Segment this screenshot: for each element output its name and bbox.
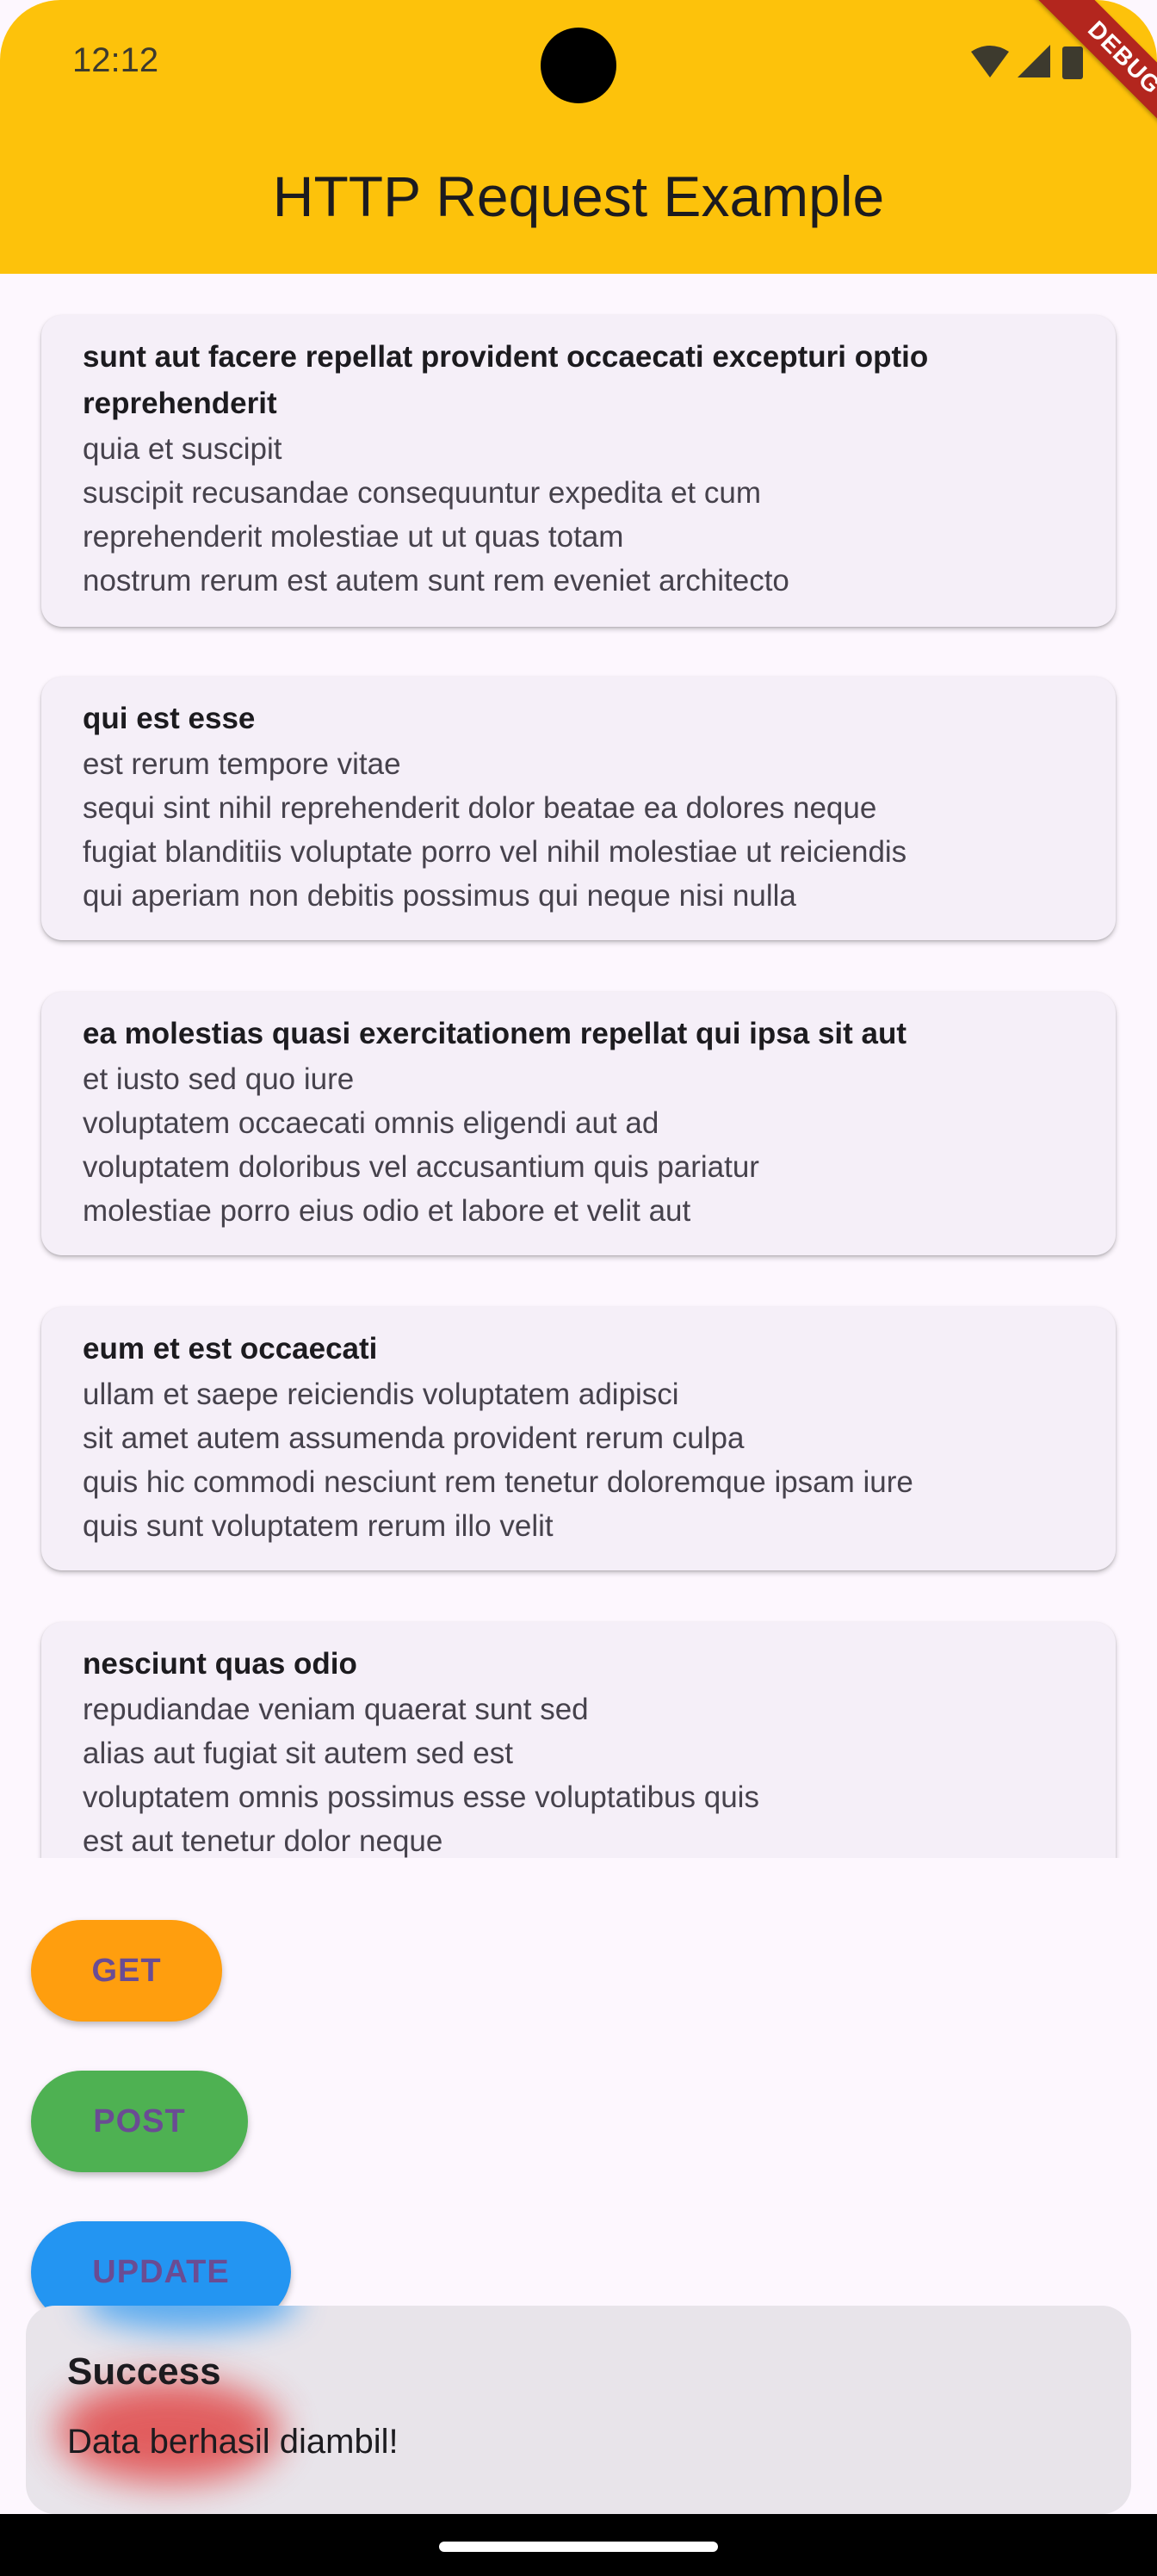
signal-icon <box>1018 45 1050 77</box>
camera-cutout <box>541 28 616 103</box>
post-button[interactable]: POST <box>31 2071 248 2172</box>
success-snackbar: Success Data berhasil diambil! <box>26 2306 1131 2514</box>
page-title: HTTP Request Example <box>272 164 885 228</box>
post-title: sunt aut facere repellat provident occae… <box>83 340 929 420</box>
post-card: qui est esse est rerum tempore vitae seq… <box>41 677 1116 940</box>
get-button[interactable]: GET <box>31 1920 222 2022</box>
post-card: nesciunt quas odio repudiandae veniam qu… <box>41 1622 1116 1858</box>
snackbar-title: Success <box>67 2350 221 2393</box>
post-body: ullam et saepe reiciendis voluptatem adi… <box>83 1378 913 1543</box>
wifi-icon <box>971 46 1009 77</box>
post-body: repudiandae veniam quaerat sunt sed alia… <box>83 1693 759 1858</box>
snackbar-message: Data berhasil diambil! <box>67 2423 399 2461</box>
status-time: 12:12 <box>72 41 159 79</box>
battery-icon <box>1062 46 1083 79</box>
post-title: eum et est occaecati <box>83 1332 378 1365</box>
post-card: eum et est occaecati ullam et saepe reic… <box>41 1307 1116 1570</box>
post-card: sunt aut facere repellat provident occae… <box>41 315 1116 627</box>
post-body: est rerum tempore vitae sequi sint nihil… <box>83 747 907 913</box>
post-title: nesciunt quas odio <box>83 1647 357 1681</box>
status-icons <box>971 45 1083 79</box>
home-indicator[interactable] <box>439 2542 718 2552</box>
system-nav-bar <box>0 2514 1157 2576</box>
post-list[interactable]: sunt aut facere repellat provident occae… <box>0 274 1157 1858</box>
post-body: et iusto sed quo iure voluptatem occaeca… <box>83 1062 759 1228</box>
post-body: quia et suscipit suscipit recusandae con… <box>83 432 789 598</box>
button-blur-artifact <box>83 2306 298 2331</box>
app-bar: 12:12 HTTP Request Example DEBUG <box>0 0 1157 274</box>
post-title: ea molestias quasi exercitationem repell… <box>83 1017 907 1050</box>
post-card: ea molestias quasi exercitationem repell… <box>41 992 1116 1255</box>
post-title: qui est esse <box>83 702 256 735</box>
